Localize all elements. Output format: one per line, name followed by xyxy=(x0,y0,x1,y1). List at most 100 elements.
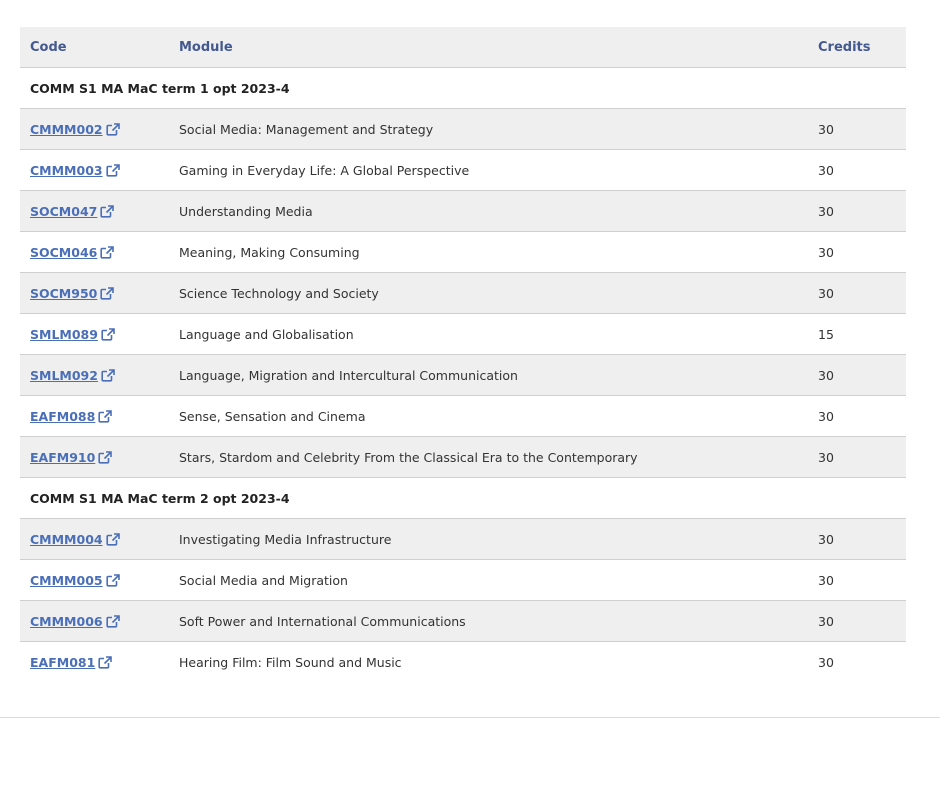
module-code-link[interactable]: SOCM950 xyxy=(30,285,115,301)
cell-credits: 30 xyxy=(808,231,906,273)
cell-module-title: Science Technology and Society xyxy=(169,272,808,314)
external-link-icon xyxy=(105,122,120,136)
table-row: CMMM003 Gaming in Everyday Life: A Global… xyxy=(20,149,906,191)
cell-code: CMMM003 xyxy=(20,149,169,191)
cell-code: CMMM004 xyxy=(20,518,169,560)
module-code-text: CMMM004 xyxy=(30,531,103,547)
cell-module-title: Investigating Media Infrastructure xyxy=(169,518,808,560)
cell-credits: 30 xyxy=(808,395,906,437)
table-row: SOCM047 Understanding Media 30 xyxy=(20,190,906,232)
cell-credits: 15 xyxy=(808,313,906,355)
cell-credits: 30 xyxy=(808,272,906,314)
module-code-link[interactable]: CMMM003 xyxy=(30,163,120,178)
external-link-icon xyxy=(101,327,115,341)
external-link-icon xyxy=(101,368,115,382)
module-code-link[interactable]: CMMM005 xyxy=(30,573,120,588)
table-body: COMM S1 MA MaC term 1 opt 2023-4 CMMM002 S… xyxy=(20,67,906,682)
table-row: SMLM089 Language and Globalisation 15 xyxy=(20,313,906,355)
cell-credits: 30 xyxy=(808,600,906,642)
module-table: Code Module Credits COMM S1 MA MaC term … xyxy=(20,27,906,682)
footer-divider xyxy=(0,717,940,718)
cell-credits: 30 xyxy=(808,559,906,601)
module-code-text: EAFM081 xyxy=(30,654,96,670)
table-row: SOCM950 Science Technology and Society 30 xyxy=(20,272,906,314)
module-code-text: SOCM950 xyxy=(30,285,98,301)
module-code-link[interactable]: CMMM006 xyxy=(30,614,120,629)
table-header: Code Module Credits xyxy=(20,27,906,68)
column-header-code: Code xyxy=(20,27,169,68)
module-code-link[interactable]: SMLM092 xyxy=(30,368,115,383)
module-code-text: SMLM092 xyxy=(30,367,98,383)
group-title: COMM S1 MA MaC term 2 opt 2023-4 xyxy=(20,477,906,519)
cell-module-title: Hearing Film: Film Sound and Music xyxy=(169,641,808,682)
table-row: EAFM081 Hearing Film: Film Sound and Musi… xyxy=(20,641,906,682)
cell-code: EAFM088 xyxy=(20,395,169,437)
table-row: EAFM088 Sense, Sensation and Cinema 30 xyxy=(20,395,906,437)
external-link-icon xyxy=(105,614,120,628)
module-code-link[interactable]: SOCM047 xyxy=(30,203,115,219)
cell-module-title: Language and Globalisation xyxy=(169,313,808,355)
module-code-text: EAFM910 xyxy=(30,449,96,465)
module-code-text: CMMM003 xyxy=(30,162,103,178)
cell-credits: 30 xyxy=(808,190,906,232)
external-link-icon xyxy=(100,204,115,218)
external-link-icon xyxy=(105,573,120,587)
module-code-text: SMLM089 xyxy=(30,326,98,342)
module-code-text: SOCM046 xyxy=(30,244,98,260)
module-code-link[interactable]: CMMM004 xyxy=(30,532,120,547)
table-row: SOCM046 Meaning, Making Consuming 30 xyxy=(20,231,906,273)
module-code-text: EAFM088 xyxy=(30,408,96,424)
cell-code: SOCM950 xyxy=(20,272,169,314)
table-row: EAFM910 Stars, Stardom and Celebrity From… xyxy=(20,436,906,478)
module-code-text: SOCM047 xyxy=(30,203,98,219)
column-header-credits: Credits xyxy=(808,27,906,68)
header-row: Code Module Credits xyxy=(20,27,906,68)
group-row: COMM S1 MA MaC term 2 opt 2023-4 xyxy=(20,477,906,519)
cell-module-title: Meaning, Making Consuming xyxy=(169,231,808,273)
module-code-link[interactable]: EAFM910 xyxy=(30,449,113,465)
module-code-link[interactable]: EAFM081 xyxy=(30,654,113,670)
table-row: CMMM004 Investigating Media Infrastructur… xyxy=(20,518,906,560)
cell-module-title: Soft Power and International Communicati… xyxy=(169,600,808,642)
cell-credits: 30 xyxy=(808,354,906,396)
cell-code: EAFM910 xyxy=(20,436,169,478)
cell-credits: 30 xyxy=(808,436,906,478)
table-row: SMLM092 Language, Migration and Intercult… xyxy=(20,354,906,396)
cell-module-title: Stars, Stardom and Celebrity From the Cl… xyxy=(169,436,808,478)
module-code-text: CMMM006 xyxy=(30,613,103,629)
cell-code: SOCM046 xyxy=(20,231,169,273)
table-row: CMMM006 Soft Power and International Comm… xyxy=(20,600,906,642)
cell-credits: 30 xyxy=(808,108,906,150)
cell-module-title: Understanding Media xyxy=(169,190,808,232)
external-link-icon xyxy=(100,245,115,259)
module-code-text: CMMM002 xyxy=(30,121,103,137)
module-code-link[interactable]: CMMM002 xyxy=(30,122,120,137)
module-code-link[interactable]: SOCM046 xyxy=(30,244,115,260)
cell-code: SOCM047 xyxy=(20,190,169,232)
cell-code: SMLM092 xyxy=(20,354,169,396)
module-code-text: CMMM005 xyxy=(30,572,103,588)
cell-credits: 30 xyxy=(808,641,906,682)
cell-credits: 30 xyxy=(808,518,906,560)
cell-code: SMLM089 xyxy=(20,313,169,355)
cell-module-title: Social Media and Migration xyxy=(169,559,808,601)
module-code-link[interactable]: SMLM089 xyxy=(30,327,115,342)
cell-code: CMMM002 xyxy=(20,108,169,150)
group-row: COMM S1 MA MaC term 1 opt 2023-4 xyxy=(20,67,906,109)
cell-code: CMMM006 xyxy=(20,600,169,642)
external-link-icon xyxy=(98,655,113,669)
external-link-icon xyxy=(105,163,120,177)
module-code-link[interactable]: EAFM088 xyxy=(30,408,113,424)
cell-code: CMMM005 xyxy=(20,559,169,601)
column-header-module: Module xyxy=(169,27,808,68)
table-row: CMMM002 Social Media: Management and Stra… xyxy=(20,108,906,150)
external-link-icon xyxy=(98,450,113,464)
external-link-icon xyxy=(100,286,115,300)
table-row: CMMM005 Social Media and Migration 30 xyxy=(20,559,906,601)
cell-module-title: Language, Migration and Intercultural Co… xyxy=(169,354,808,396)
cell-module-title: Social Media: Management and Strategy xyxy=(169,108,808,150)
cell-code: EAFM081 xyxy=(20,641,169,682)
cell-credits: 30 xyxy=(808,149,906,191)
cell-module-title: Sense, Sensation and Cinema xyxy=(169,395,808,437)
cell-module-title: Gaming in Everyday Life: A Global Perspe… xyxy=(169,149,808,191)
